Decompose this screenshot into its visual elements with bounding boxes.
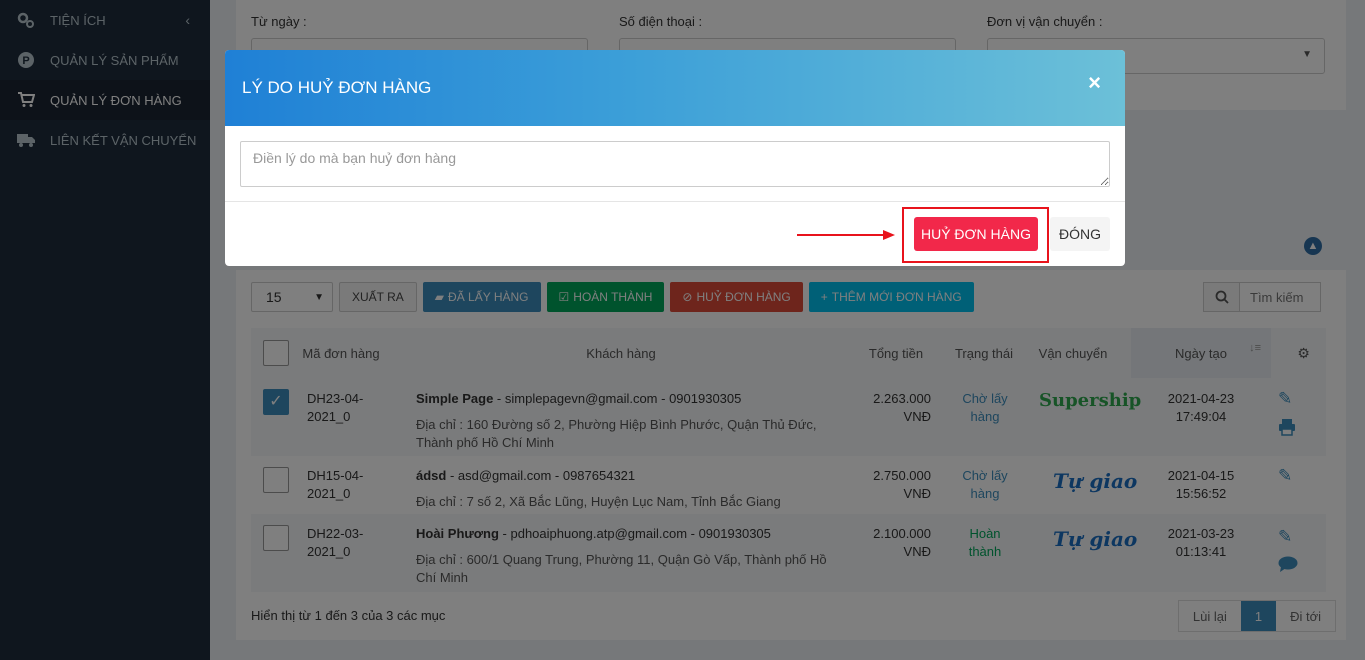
close-icon[interactable]: × <box>1088 70 1101 96</box>
modal-header: LÝ DO HUỶ ĐƠN HÀNG × <box>225 50 1125 126</box>
confirm-cancel-order-button[interactable]: HUỶ ĐƠN HÀNG <box>914 217 1038 251</box>
modal-title: LÝ DO HUỶ ĐƠN HÀNG <box>242 78 432 97</box>
dismiss-button[interactable]: ĐÓNG <box>1050 217 1110 251</box>
modal-body <box>225 126 1125 202</box>
cancel-reason-input[interactable] <box>240 141 1110 187</box>
cancel-reason-modal: LÝ DO HUỶ ĐƠN HÀNG × HUỶ ĐƠN HÀNG ĐÓNG <box>225 50 1125 266</box>
arrow-right-icon <box>797 230 895 240</box>
